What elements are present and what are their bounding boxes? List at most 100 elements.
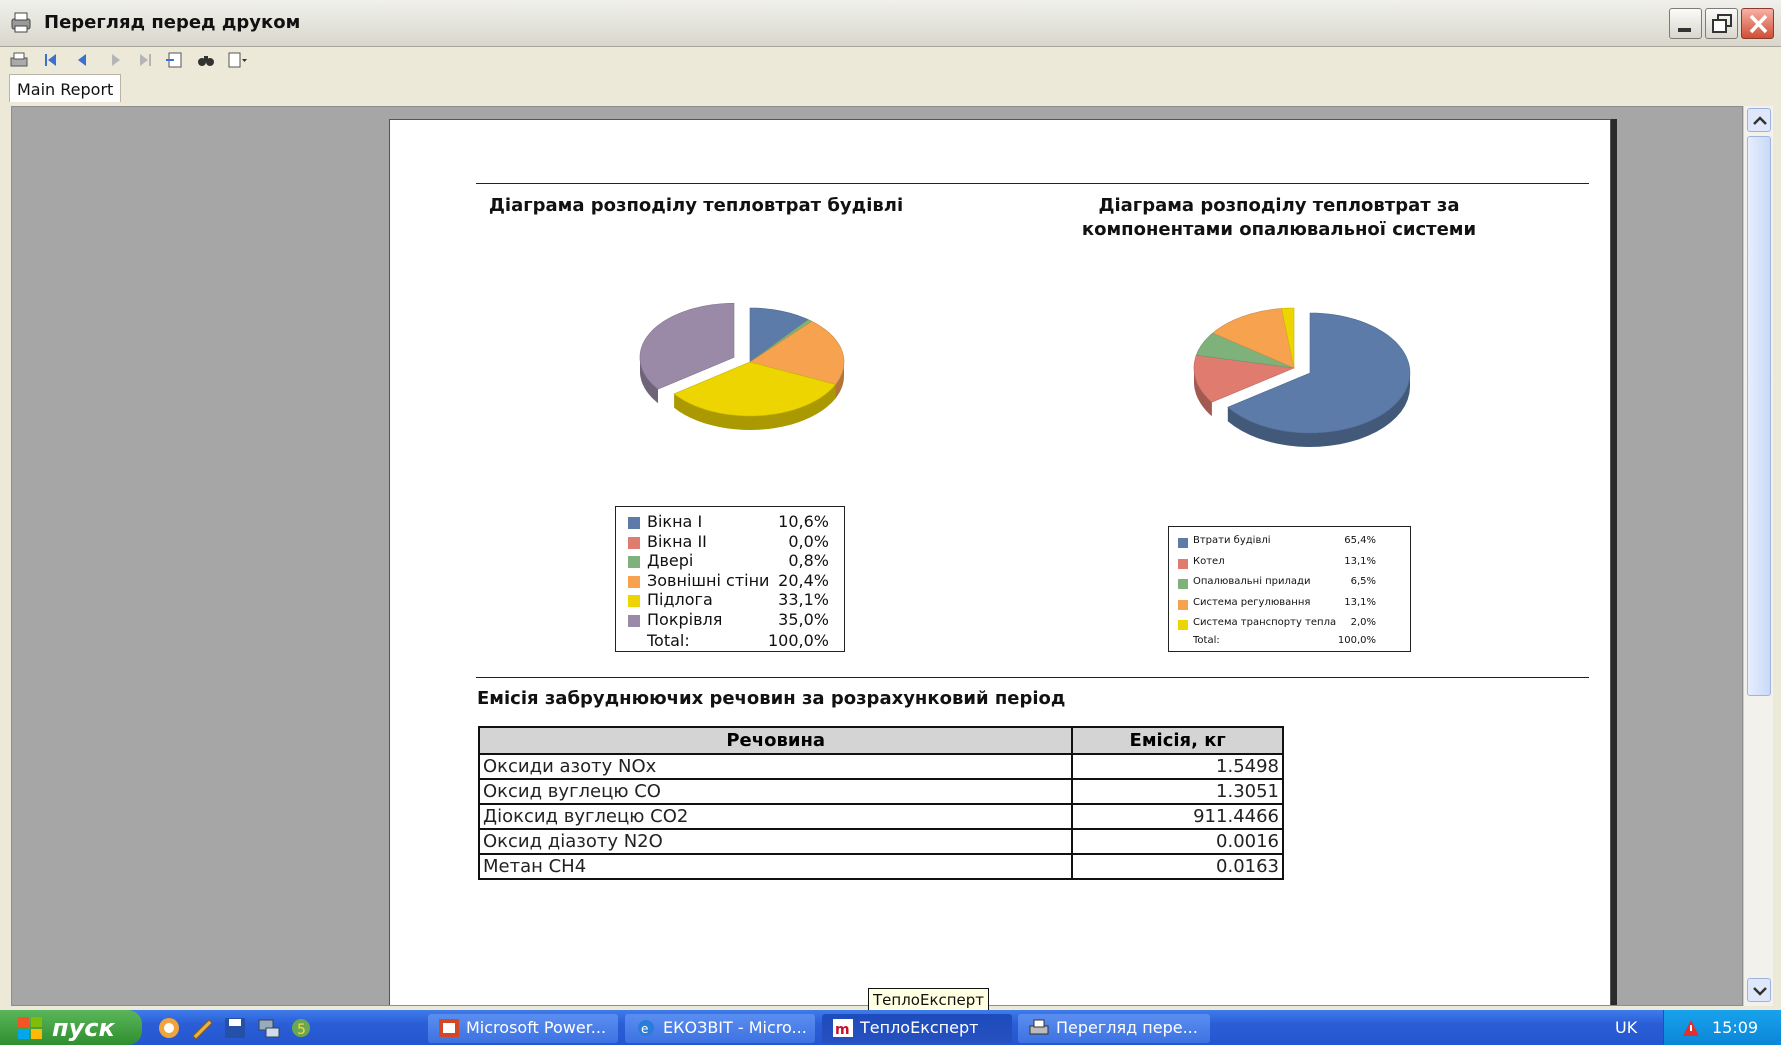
tab-main-report[interactable]: Main Report xyxy=(9,74,122,102)
middle-rule xyxy=(476,677,1589,678)
substance-cell: Оксиди азоту NOx xyxy=(477,753,1074,780)
next-page-icon[interactable] xyxy=(104,50,126,70)
table-row: Метан CH4 0.0163 xyxy=(477,853,1284,880)
chart1-legend-value: 10,6% xyxy=(778,512,829,531)
outlook-icon[interactable] xyxy=(156,1016,182,1040)
chart2-legend-value: 13,1% xyxy=(1344,596,1376,608)
restore-button[interactable] xyxy=(1705,8,1738,39)
scroll-up-button[interactable] xyxy=(1747,108,1771,132)
header-substance: Речовина xyxy=(477,726,1074,755)
chart2-legend-swatch xyxy=(1178,579,1188,589)
scroll-thumb[interactable] xyxy=(1747,136,1771,696)
chart1-legend-value: 35,0% xyxy=(778,610,829,629)
chart1-legend-label: Зовнішні стіни xyxy=(647,570,770,590)
vertical-scrollbar[interactable] xyxy=(1743,106,1773,1006)
substance-cell: Оксид діазоту N2O xyxy=(477,828,1074,855)
svg-text:5: 5 xyxy=(297,1022,306,1038)
find-icon[interactable] xyxy=(195,50,217,70)
chart1-legend-value: 0,0% xyxy=(788,531,829,551)
chart2-legend-value: 65,4% xyxy=(1344,535,1376,546)
chart1-legend-swatch xyxy=(628,517,640,529)
ie-icon: e xyxy=(638,1020,654,1036)
app-launcher-icon[interactable]: 5 xyxy=(289,1016,315,1040)
chart2-legend-label: Втрати будівлі xyxy=(1193,535,1271,546)
taskbar: пуск 5 Microsoft Power... e ЕКОЗВІТ - Mi… xyxy=(0,1010,1781,1045)
tray-alert-icon[interactable] xyxy=(1680,1018,1702,1038)
top-rule xyxy=(476,183,1589,184)
table-row: Діоксид вуглецю CO2 911.4466 xyxy=(477,803,1284,830)
restore-icon xyxy=(1712,14,1732,33)
chart2-legend-swatch xyxy=(1178,558,1188,569)
chart2-pie xyxy=(1193,307,1411,447)
task-ekozvit[interactable]: e ЕКОЗВІТ - Micro... xyxy=(625,1014,815,1043)
tooltip: ТеплоЕксперт xyxy=(868,988,990,1012)
chart2-legend-value: 6,5% xyxy=(1350,576,1376,587)
substance-cell: Метан CH4 xyxy=(477,853,1074,880)
previous-page-icon[interactable] xyxy=(72,50,94,70)
chart2-legend-label: Котел xyxy=(1193,555,1225,567)
chart1-legend-swatch xyxy=(628,575,640,588)
preview-viewport: Діаграма розподілу тепловтрат будівлі Ві… xyxy=(11,106,1743,1006)
zoom-menu-icon[interactable] xyxy=(226,50,248,70)
chart1-legend: Вікна I 10,6% Вікна II 0,0% Двері 0,8% Зовнішн… xyxy=(615,506,845,652)
close-button[interactable] xyxy=(1741,8,1774,39)
chart1-legend-label: Вікна II xyxy=(647,531,707,551)
close-icon xyxy=(1749,14,1768,34)
emission-cell: 911.4466 xyxy=(1071,803,1284,830)
chart1-legend-value: 0,8% xyxy=(788,551,829,571)
chart2-legend-label: Система регулювання xyxy=(1193,596,1311,608)
task-teploekspert-label: ТеплоЕксперт xyxy=(860,1018,979,1037)
chart1-legend-swatch xyxy=(628,556,640,569)
header-emission: Емісія, кг xyxy=(1071,726,1284,755)
chart2-total-label: Total: xyxy=(1193,635,1220,646)
emission-cell: 1.3051 xyxy=(1071,778,1284,805)
first-page-icon[interactable] xyxy=(40,50,62,70)
teploekspert-icon: m xyxy=(833,1019,853,1038)
chart2-legend-swatch xyxy=(1178,538,1188,548)
chart2-legend-label: Опалювальні прилади xyxy=(1193,576,1311,587)
network-icon[interactable] xyxy=(256,1016,282,1040)
chart1-title: Діаграма розподілу тепловтрат будівлі xyxy=(488,195,904,216)
chart2-legend-value: 2,0% xyxy=(1350,617,1376,628)
task-powerpoint-label: Microsoft Power... xyxy=(466,1018,607,1037)
chart1-legend-value: 33,1% xyxy=(778,590,829,610)
print-icon[interactable] xyxy=(8,50,30,70)
windows-logo-icon xyxy=(18,1017,42,1039)
report-page: Діаграма розподілу тепловтрат будівлі Ві… xyxy=(389,119,1611,1005)
task-powerpoint[interactable]: Microsoft Power... xyxy=(428,1014,618,1043)
minimize-icon xyxy=(1678,28,1691,32)
task-print-preview-label: Перегляд пере... xyxy=(1056,1018,1198,1037)
table-row: Оксид вуглецю CO 1.3051 xyxy=(477,778,1284,805)
chart1-pie xyxy=(639,303,845,430)
chart1-legend-label: Підлога xyxy=(647,590,713,610)
svg-text:e: e xyxy=(641,1022,648,1036)
chart1-legend-swatch xyxy=(628,615,640,627)
clock: 15:09 xyxy=(1712,1018,1759,1037)
window-title: Перегляд перед друком xyxy=(44,12,301,33)
chart2-title-line2: компонентами опалювальної системи xyxy=(1081,219,1477,240)
app-icon xyxy=(11,12,31,33)
table-row: Оксиди азоту NOx 1.5498 xyxy=(477,753,1284,780)
svg-text:m: m xyxy=(835,1022,850,1038)
task-print-preview[interactable]: Перегляд пере... xyxy=(1018,1014,1210,1043)
last-page-icon[interactable] xyxy=(134,50,156,70)
chart2-legend-swatch xyxy=(1178,599,1188,610)
table-row: Оксид діазоту N2O 0.0016 xyxy=(477,828,1284,855)
chart1-legend-label: Двері xyxy=(647,551,694,571)
tool-icon[interactable] xyxy=(189,1016,215,1040)
chart1-total-value: 100,0% xyxy=(767,631,829,650)
title-bar: Перегляд перед друком xyxy=(0,0,1781,47)
goto-page-icon[interactable] xyxy=(164,50,186,70)
chart1-legend-value: 20,4% xyxy=(778,570,829,590)
task-teploekspert[interactable]: m ТеплоЕксперт xyxy=(822,1014,1012,1043)
language-indicator[interactable]: UK xyxy=(1615,1018,1637,1037)
task-ekozvit-label: ЕКОЗВІТ - Micro... xyxy=(663,1018,807,1037)
save-icon[interactable] xyxy=(222,1016,248,1040)
substance-cell: Оксид вуглецю CO xyxy=(477,778,1074,805)
minimize-button[interactable] xyxy=(1669,8,1702,39)
start-button[interactable]: пуск xyxy=(0,1010,142,1045)
chart1-legend-swatch xyxy=(628,536,640,549)
toolbar xyxy=(0,47,1781,73)
scroll-down-button[interactable] xyxy=(1747,978,1771,1002)
emission-title: Емісія забруднюючих речовин за розрахунк… xyxy=(477,688,1066,709)
